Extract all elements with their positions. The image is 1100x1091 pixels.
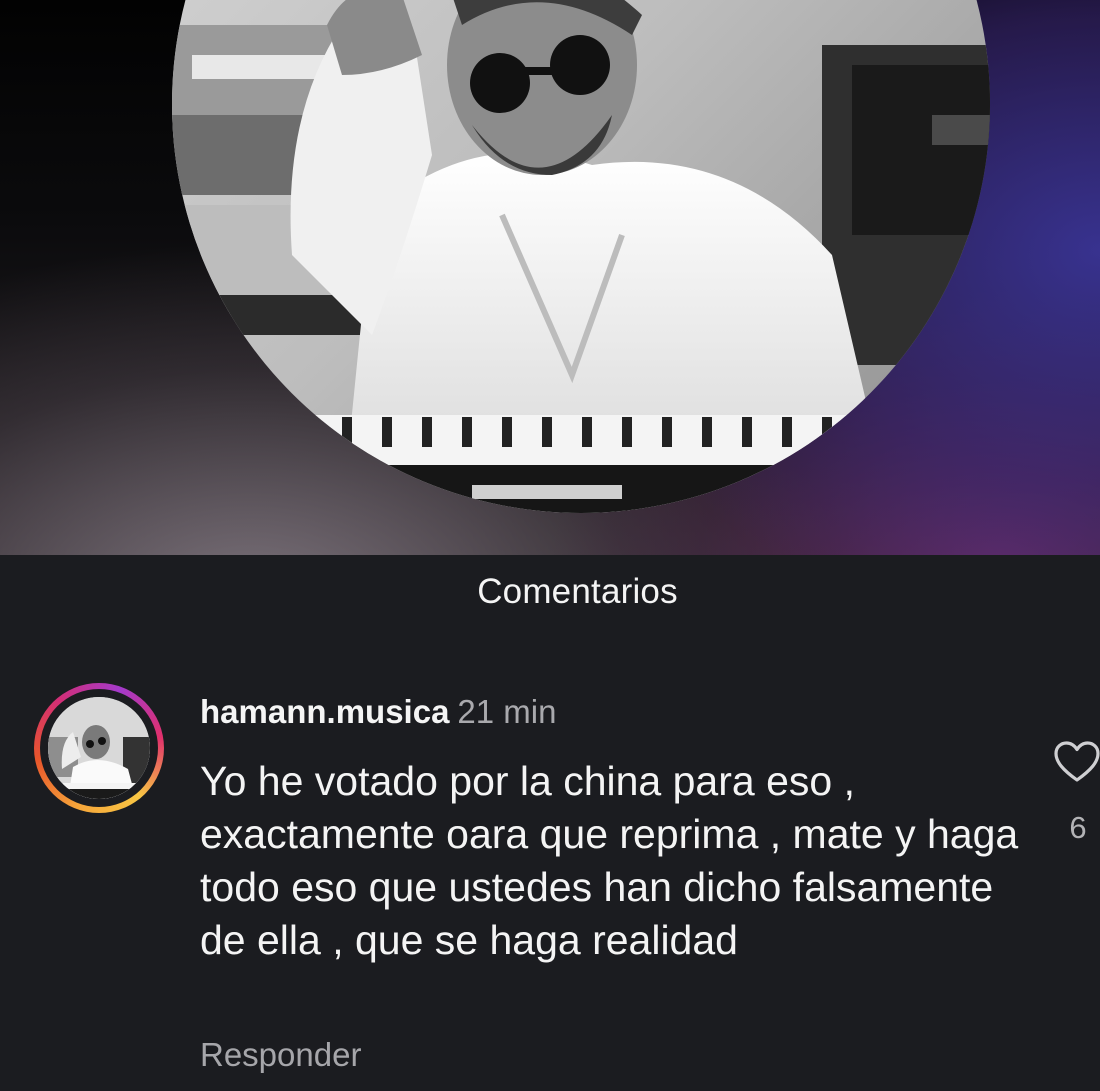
avatar-ring-gap: [40, 689, 158, 807]
commenter-avatar[interactable]: [34, 683, 164, 813]
avatar-image: [48, 697, 150, 799]
profile-photo-image: [172, 0, 990, 513]
comment-text: Yo he votado por la china para eso , exa…: [200, 758, 1019, 963]
reply-button[interactable]: Responder: [200, 1036, 361, 1074]
comment-meta: hamann.musica 21 min: [200, 693, 556, 731]
profile-banner: [0, 0, 1100, 555]
comment-username[interactable]: hamann.musica: [200, 693, 449, 730]
like-button[interactable]: [1053, 740, 1100, 784]
heart-icon: [1054, 741, 1100, 782]
profile-photo[interactable]: [172, 0, 990, 513]
comments-title: Comentarios: [477, 572, 678, 611]
like-count: 6: [1069, 810, 1087, 845]
comment-timestamp: 21 min: [457, 693, 557, 730]
